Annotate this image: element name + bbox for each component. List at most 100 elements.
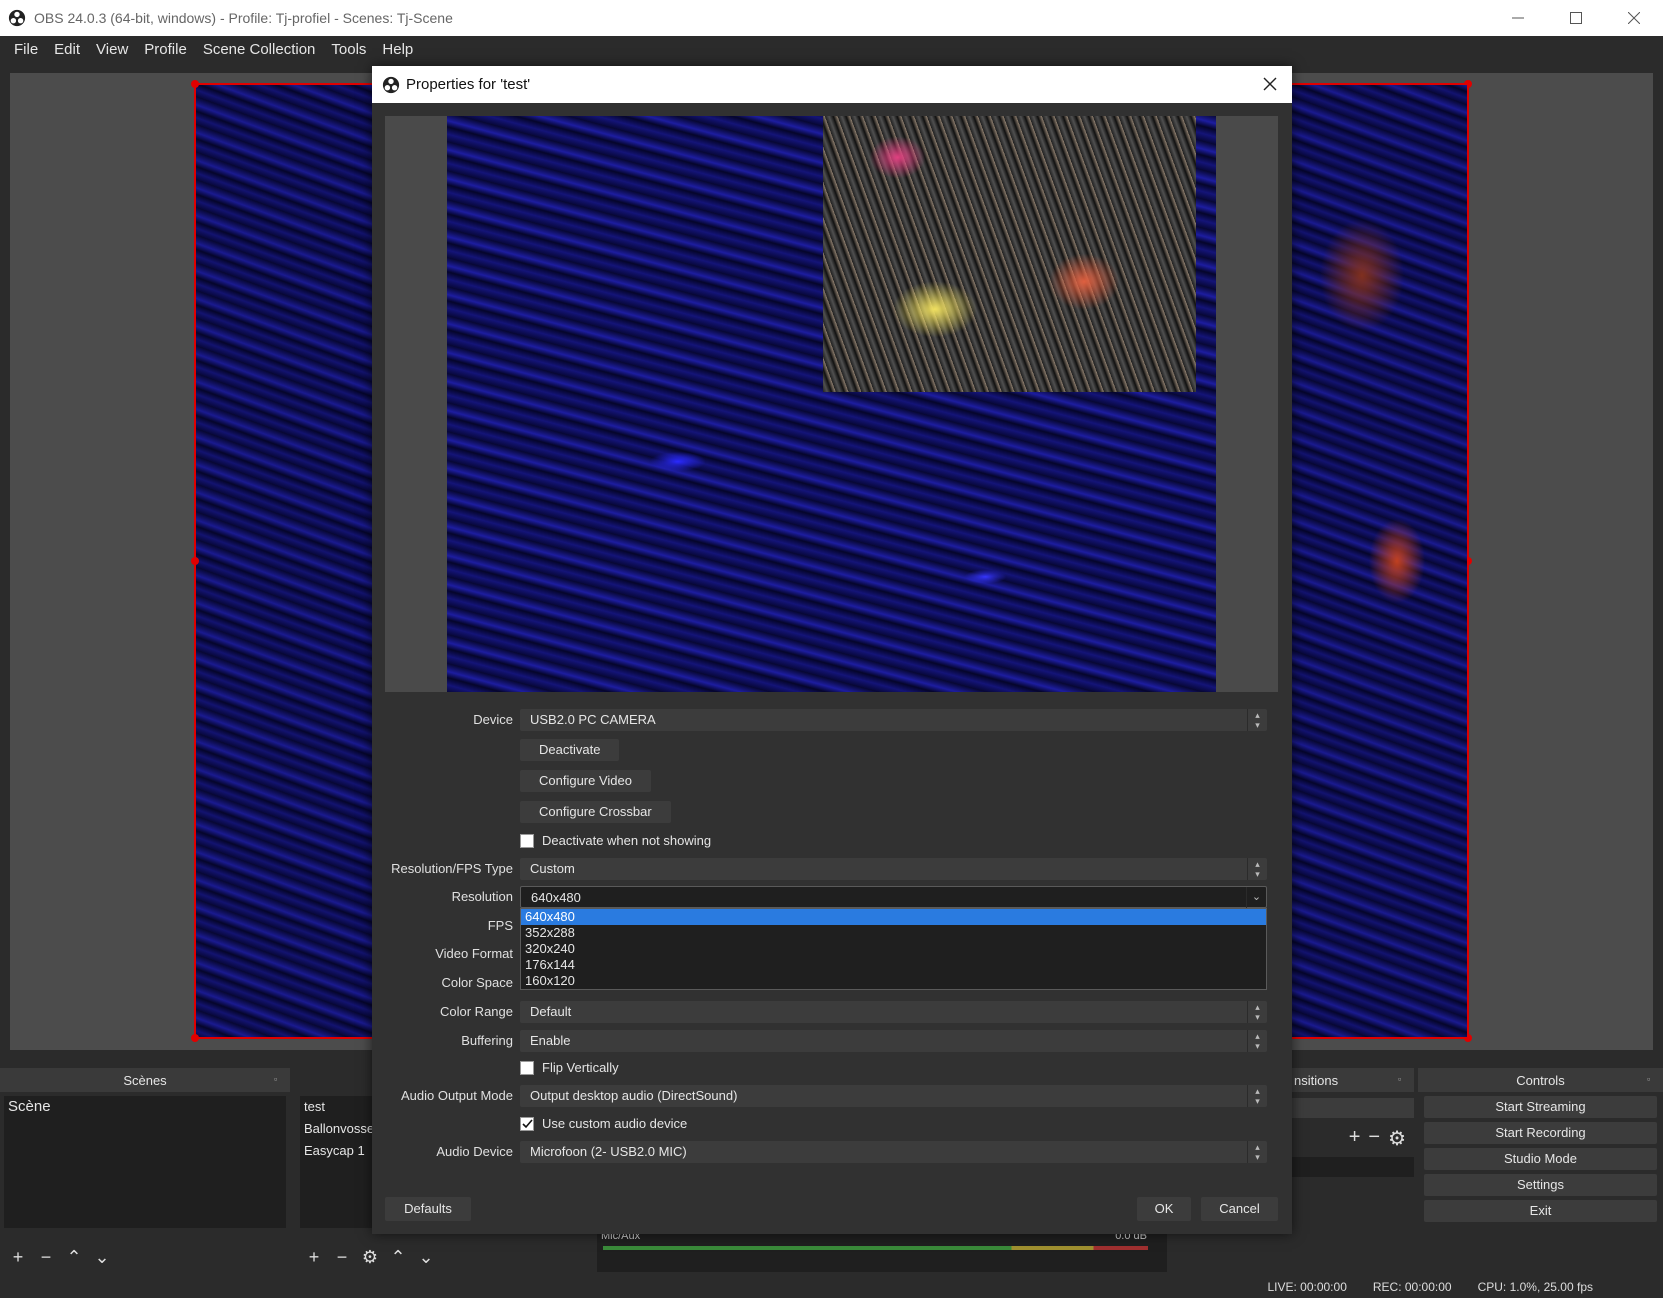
checkbox-label: Use custom audio device xyxy=(542,1116,688,1131)
menu-scene-collection[interactable]: Scene Collection xyxy=(195,41,324,58)
deactivate-button[interactable]: Deactivate xyxy=(520,739,620,761)
minimize-button[interactable] xyxy=(1489,0,1547,36)
dropdown-option[interactable]: 160x120 xyxy=(521,973,1266,989)
audio-output-mode-label: Audio Output Mode xyxy=(400,1088,513,1103)
transitions-dock: nsitions ▫ + − ⚙ xyxy=(1292,1068,1414,1188)
menu-profile[interactable]: Profile xyxy=(136,41,195,58)
transition-select[interactable] xyxy=(1292,1098,1414,1118)
buffering-select[interactable]: Enable ▴ ▾ xyxy=(520,1030,1267,1052)
flip-vertically-checkbox[interactable]: Flip Vertically xyxy=(520,1060,619,1075)
audio-device-label: Audio Device xyxy=(436,1144,513,1159)
move-up-icon[interactable]: ⌃ xyxy=(388,1247,408,1268)
remove-scene-icon[interactable]: − xyxy=(36,1247,56,1268)
configure-crossbar-button[interactable]: Configure Crossbar xyxy=(520,801,671,823)
move-down-icon[interactable]: ⌄ xyxy=(416,1247,436,1268)
menu-help[interactable]: Help xyxy=(374,41,421,58)
resize-handle-bl[interactable] xyxy=(191,1034,199,1042)
defaults-button[interactable]: Defaults xyxy=(385,1197,471,1221)
use-custom-audio-device-checkbox[interactable]: Use custom audio device xyxy=(520,1116,687,1131)
scenes-dock-title: Scènes xyxy=(123,1072,167,1088)
resolution-dropdown-list: 640x480 352x288 320x240 176x144 160x120 xyxy=(520,908,1267,990)
audio-output-mode-select[interactable]: Output desktop audio (DirectSound) ▴ ▾ xyxy=(520,1085,1267,1107)
ok-button[interactable]: OK xyxy=(1137,1197,1191,1221)
checkbox-label: Flip Vertically xyxy=(542,1060,619,1075)
scene-item[interactable]: Scène xyxy=(4,1096,286,1118)
source-settings-gear-icon[interactable]: ⚙ xyxy=(360,1247,380,1268)
dropdown-option[interactable]: 640x480 xyxy=(521,909,1266,925)
color-range-select[interactable]: Default ▴ ▾ xyxy=(520,1001,1267,1023)
dialog-video-preview xyxy=(385,116,1278,692)
checkbox-checked[interactable] xyxy=(520,1116,534,1131)
exit-button[interactable]: Exit xyxy=(1424,1200,1657,1222)
properties-dialog: Properties for 'test' Device Resolution/… xyxy=(372,66,1292,1234)
checkbox-unchecked[interactable] xyxy=(520,833,534,848)
scenes-list: Scène xyxy=(4,1096,286,1228)
select-arrows-icon: ▴ ▾ xyxy=(1247,1001,1267,1023)
controls-dock: Controls ▫ Start Streaming Start Recordi… xyxy=(1418,1068,1663,1238)
minimize-icon xyxy=(1512,17,1524,19)
move-up-icon[interactable]: ⌃ xyxy=(64,1247,84,1268)
add-transition-icon[interactable]: + xyxy=(1349,1126,1361,1151)
menu-edit[interactable]: Edit xyxy=(46,41,88,58)
dropdown-option[interactable]: 320x240 xyxy=(521,941,1266,957)
studio-mode-button[interactable]: Studio Mode xyxy=(1424,1148,1657,1170)
start-streaming-button[interactable]: Start Streaming xyxy=(1424,1096,1657,1118)
dialog-close-icon[interactable] xyxy=(1260,74,1280,94)
window-title: OBS 24.0.3 (64-bit, windows) - Profile: … xyxy=(34,10,453,26)
res-fps-type-select[interactable]: Custom ▴ ▾ xyxy=(520,858,1267,880)
transitions-dock-title: nsitions xyxy=(1294,1072,1339,1088)
dock-float-icon[interactable]: ▫ xyxy=(1398,1074,1408,1084)
checkbox-label: Deactivate when not showing xyxy=(542,833,712,848)
deactivate-when-not-showing-checkbox[interactable]: Deactivate when not showing xyxy=(520,833,711,848)
transition-duration-input[interactable] xyxy=(1292,1157,1414,1177)
obs-logo-icon xyxy=(8,9,26,27)
checkbox-unchecked[interactable] xyxy=(520,1060,534,1075)
dock-float-icon[interactable]: ▫ xyxy=(274,1074,284,1084)
scenes-dock-header: Scènes ▫ xyxy=(0,1068,290,1092)
dropdown-option[interactable]: 176x144 xyxy=(521,957,1266,973)
checkmark-icon xyxy=(521,1119,533,1129)
buffering-label: Buffering xyxy=(461,1033,513,1048)
menu-view[interactable]: View xyxy=(88,41,136,58)
resolution-label: Resolution xyxy=(451,889,513,904)
sources-toolbar: + − ⚙ ⌃ ⌄ xyxy=(296,1242,582,1272)
transition-settings-gear-icon[interactable]: ⚙ xyxy=(1388,1126,1406,1151)
add-source-icon[interactable]: + xyxy=(304,1247,324,1268)
move-down-icon[interactable]: ⌄ xyxy=(92,1247,112,1268)
configure-video-button[interactable]: Configure Video xyxy=(520,770,651,792)
close-icon xyxy=(1628,12,1640,24)
volume-meter xyxy=(603,1246,1148,1250)
audio-mixer: Mic/Aux 0.0 dB xyxy=(597,1230,1167,1272)
close-button[interactable] xyxy=(1605,0,1663,36)
transitions-dock-header: nsitions ▫ xyxy=(1292,1068,1414,1092)
audio-device-value: Microfoon (2- USB2.0 MIC) xyxy=(530,1144,687,1159)
maximize-button[interactable] xyxy=(1547,0,1605,36)
live-timer: LIVE: 00:00:00 xyxy=(1267,1280,1347,1294)
start-recording-button[interactable]: Start Recording xyxy=(1424,1122,1657,1144)
controls-dock-title: Controls xyxy=(1516,1072,1565,1088)
menu-tools[interactable]: Tools xyxy=(323,41,374,58)
color-range-value: Default xyxy=(530,1004,572,1019)
remove-transition-icon[interactable]: − xyxy=(1368,1126,1380,1151)
dropdown-option[interactable]: 352x288 xyxy=(521,925,1266,941)
device-select[interactable]: USB2.0 PC CAMERA ▴ ▾ xyxy=(520,709,1267,731)
remove-source-icon[interactable]: − xyxy=(332,1247,352,1268)
video-format-label: Video Format xyxy=(435,946,513,961)
settings-button[interactable]: Settings xyxy=(1424,1174,1657,1196)
cancel-button[interactable]: Cancel xyxy=(1201,1197,1278,1221)
select-arrows-icon: ▴ ▾ xyxy=(1247,709,1267,731)
select-arrows-icon: ▴ ▾ xyxy=(1247,1085,1267,1107)
menu-file[interactable]: File xyxy=(6,41,46,58)
chevron-down-icon[interactable]: ⌄ xyxy=(1246,887,1266,909)
resize-handle-tl[interactable] xyxy=(191,80,199,88)
dock-float-icon[interactable]: ▫ xyxy=(1647,1074,1657,1084)
menu-bar: File Edit View Profile Scene Collection … xyxy=(0,36,1663,63)
audio-device-select[interactable]: Microfoon (2- USB2.0 MIC) ▴ ▾ xyxy=(520,1141,1267,1163)
resize-handle-ml[interactable] xyxy=(191,557,199,565)
add-scene-icon[interactable]: + xyxy=(8,1247,28,1268)
preview-right-image xyxy=(1292,85,1467,1037)
cpu-usage: CPU: 1.0%, 25.00 fps xyxy=(1477,1280,1593,1294)
resolution-value: 640x480 xyxy=(531,890,581,905)
resolution-combobox[interactable]: 640x480 ⌄ xyxy=(520,886,1267,909)
device-label: Device xyxy=(473,712,513,727)
